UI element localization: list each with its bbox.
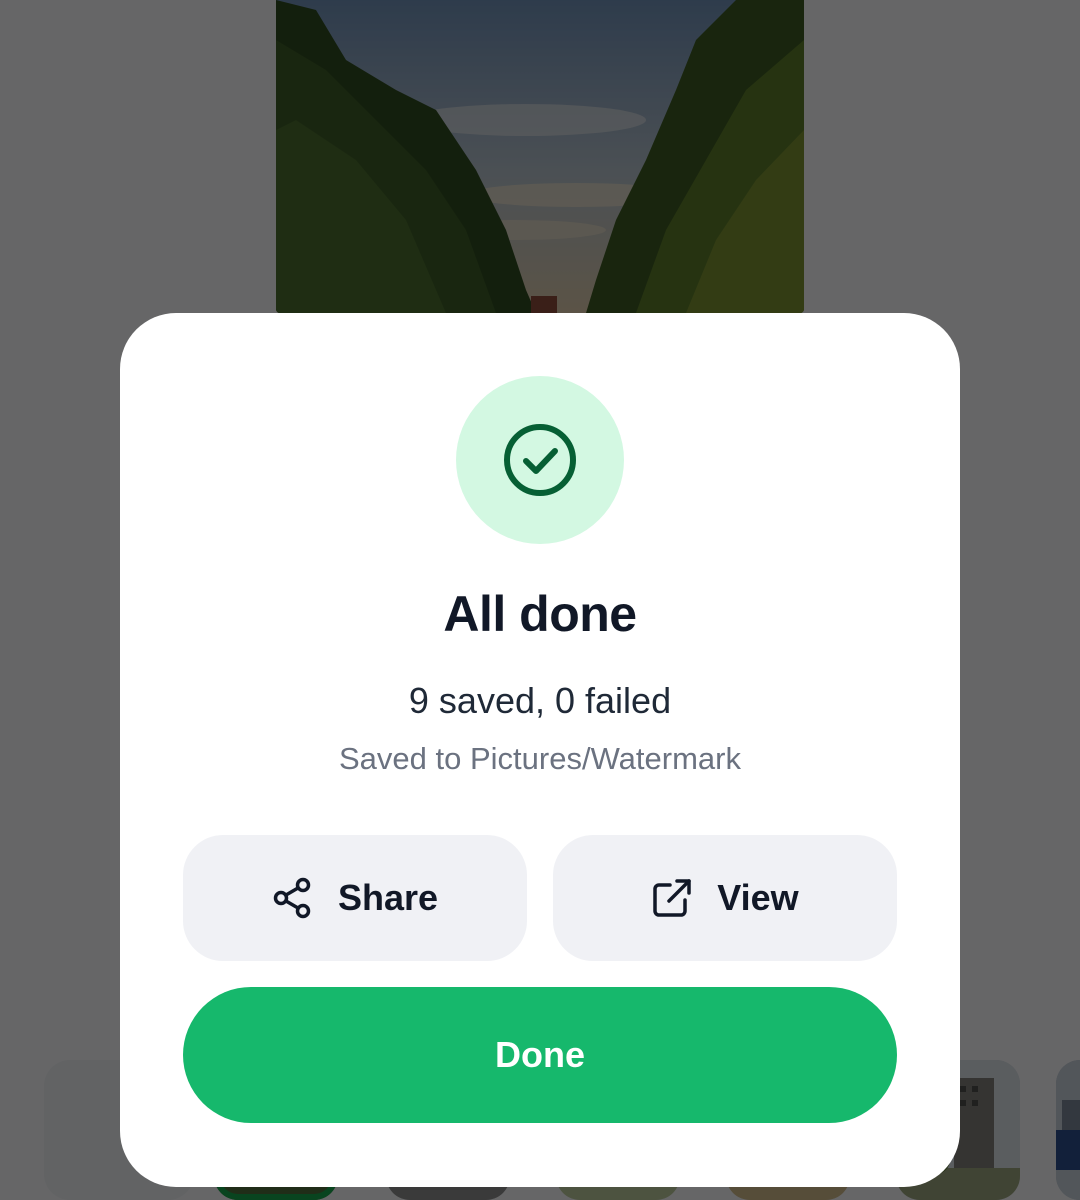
dialog-title: All done: [443, 586, 637, 642]
save-path: Saved to Pictures/Watermark: [339, 741, 741, 776]
success-badge: [456, 376, 624, 544]
view-button-label: View: [717, 877, 799, 918]
view-button[interactable]: View: [553, 835, 897, 961]
save-complete-dialog: All done 9 saved, 0 failed Saved to Pict…: [120, 313, 960, 1187]
share-icon: [273, 877, 311, 919]
check-circle-icon: [504, 424, 576, 496]
save-summary: 9 saved, 0 failed: [408, 680, 672, 721]
done-button-label: Done: [495, 1034, 585, 1075]
external-link-icon: [653, 879, 692, 917]
done-button[interactable]: Done: [183, 987, 897, 1123]
share-button-label: Share: [337, 877, 439, 918]
share-button[interactable]: Share: [183, 835, 527, 961]
